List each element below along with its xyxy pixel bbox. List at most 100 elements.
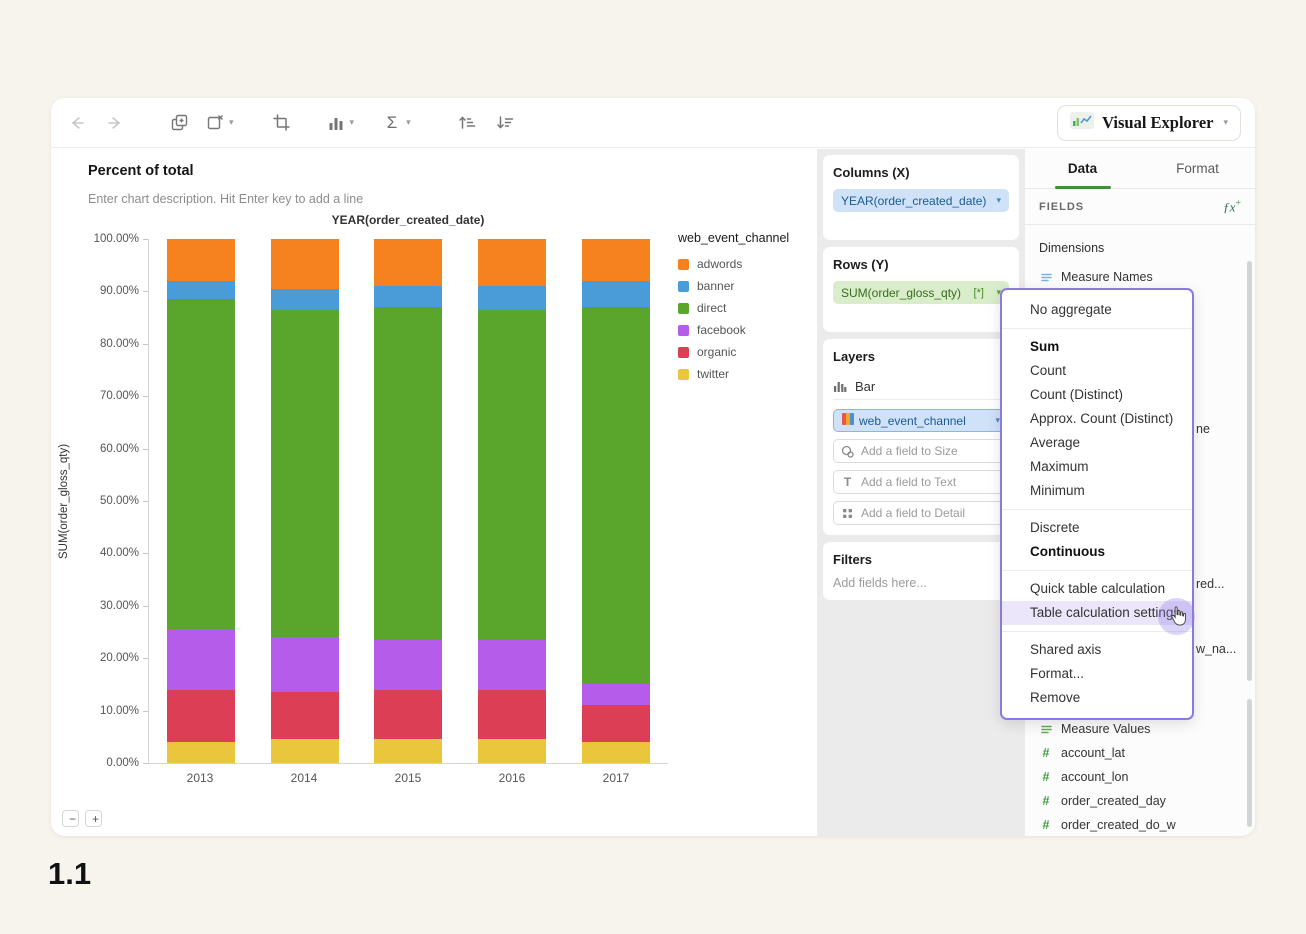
sort-ascending-icon[interactable]	[455, 111, 479, 135]
bar-segment-banner[interactable]	[166, 280, 235, 300]
field-item-measure-values[interactable]: Measure Values	[1039, 717, 1245, 741]
bar-segment-facebook[interactable]	[374, 639, 443, 690]
legend-item-banner[interactable]: banner	[678, 279, 813, 293]
menu-item-count[interactable]: Count	[1002, 359, 1192, 383]
legend-item-direct[interactable]: direct	[678, 301, 813, 315]
chart-type-caret-icon[interactable]: ▾	[350, 117, 355, 128]
bar-segment-facebook[interactable]	[582, 684, 651, 706]
menu-item-count-distinct[interactable]: Count (Distinct)	[1002, 383, 1192, 407]
nav-back-icon[interactable]	[65, 111, 89, 135]
bar-segment-banner[interactable]	[270, 288, 339, 310]
remove-viz-icon[interactable]	[203, 111, 227, 135]
bar-segment-adwords[interactable]	[270, 239, 339, 289]
bar-segment-organic[interactable]	[166, 689, 235, 743]
menu-item-discrete[interactable]: Discrete	[1002, 516, 1192, 540]
measures-scrollbar[interactable]	[1247, 699, 1252, 827]
bar-segment-banner[interactable]	[582, 280, 651, 308]
tab-format[interactable]: Format	[1140, 149, 1255, 188]
legend-item-facebook[interactable]: facebook	[678, 323, 813, 337]
mark-type-row[interactable]: Bar	[833, 373, 1009, 400]
bar-segment-banner[interactable]	[374, 286, 443, 308]
aggregate-sigma-icon[interactable]: Σ	[380, 111, 404, 135]
field-item-measure-names[interactable]: Measure Names	[1039, 265, 1241, 289]
bar-segment-facebook[interactable]	[270, 637, 339, 693]
menu-item-sum[interactable]: Sum	[1002, 335, 1192, 359]
bar-segment-direct[interactable]	[582, 307, 651, 685]
add-calculated-field-icon[interactable]: ƒx+	[1223, 198, 1241, 215]
swap-axes-icon[interactable]	[270, 111, 294, 135]
bar-segment-twitter[interactable]	[270, 739, 339, 763]
columns-pill[interactable]: YEAR(order_created_date) ▾	[833, 189, 1009, 212]
filters-shelf[interactable]: Filters Add fields here...	[823, 542, 1019, 600]
menu-item-format[interactable]: Format...	[1002, 662, 1192, 686]
bar-segment-organic[interactable]	[478, 689, 547, 740]
rows-pill[interactable]: SUM(order_gloss_qty) [*] ▾	[833, 281, 1009, 304]
bar-segment-adwords[interactable]	[166, 239, 235, 281]
field-item-order-created-do-w[interactable]: # order_created_do_w	[1039, 813, 1245, 837]
legend-item-organic[interactable]: organic	[678, 345, 813, 359]
detail-dropzone[interactable]: Add a field to Detail	[833, 501, 1009, 525]
menu-item-no-aggregate[interactable]: No aggregate	[1002, 298, 1192, 322]
bar-segment-facebook[interactable]	[166, 629, 235, 690]
chart-description-placeholder[interactable]: Enter chart description. Hit Enter key t…	[88, 192, 363, 206]
x-tick-label: 2015	[394, 771, 422, 785]
bar-segment-direct[interactable]	[270, 309, 339, 638]
layer-color-pill[interactable]: web_event_channel ▾	[833, 409, 1009, 432]
bar-segment-twitter[interactable]	[166, 742, 235, 763]
text-dropzone[interactable]: T Add a field to Text	[833, 470, 1009, 494]
chart-type-icon[interactable]	[324, 111, 348, 135]
field-item-account-lon[interactable]: # account_lon	[1039, 765, 1245, 789]
bar-segment-facebook[interactable]	[478, 639, 547, 690]
columns-shelf: Columns (X) YEAR(order_created_date) ▾	[823, 155, 1019, 240]
bar-segment-twitter[interactable]	[374, 739, 443, 763]
bar-segment-adwords[interactable]	[582, 239, 651, 281]
bar-segment-direct[interactable]	[478, 309, 547, 640]
bar-segment-adwords[interactable]	[374, 239, 443, 287]
workbook-switcher[interactable]: Visual Explorer ▾	[1057, 104, 1241, 141]
size-dropzone[interactable]: Add a field to Size	[833, 439, 1009, 463]
bar-segment-organic[interactable]	[582, 705, 651, 743]
menu-item-quick-table-calculation[interactable]: Quick table calculation	[1002, 577, 1192, 601]
field-peek: ne	[1196, 422, 1210, 436]
menu-divider	[1002, 328, 1192, 329]
sort-descending-icon[interactable]	[493, 111, 517, 135]
menu-item-continuous[interactable]: Continuous	[1002, 540, 1192, 564]
chart-title[interactable]: Percent of total	[88, 163, 194, 179]
bar-segment-twitter[interactable]	[478, 739, 547, 763]
duplicate-viz-icon[interactable]	[167, 111, 191, 135]
field-item-order-created-day[interactable]: # order_created_day	[1039, 789, 1245, 813]
menu-item-remove[interactable]: Remove	[1002, 686, 1192, 710]
bar-segment-organic[interactable]	[270, 692, 339, 740]
field-peek: w_na...	[1196, 642, 1237, 656]
rows-shelf: Rows (Y) SUM(order_gloss_qty) [*] ▾	[823, 247, 1019, 332]
columns-pill-caret-icon[interactable]: ▾	[996, 195, 1001, 206]
bar-segment-twitter[interactable]	[582, 742, 651, 763]
bar-segment-organic[interactable]	[374, 689, 443, 740]
menu-item-minimum[interactable]: Minimum	[1002, 479, 1192, 503]
tab-data[interactable]: Data	[1025, 149, 1140, 188]
bar-segment-direct[interactable]	[374, 307, 443, 640]
legend-item-adwords[interactable]: adwords	[678, 257, 813, 271]
menu-divider	[1002, 631, 1192, 632]
zoom-in-button[interactable]: +	[85, 810, 102, 827]
nav-forward-icon[interactable]	[103, 111, 127, 135]
fields-scrollbar[interactable]	[1247, 261, 1252, 681]
field-item-account-lat[interactable]: # account_lat	[1039, 741, 1245, 765]
legend-label: banner	[697, 279, 735, 293]
menu-item-average[interactable]: Average	[1002, 431, 1192, 455]
brand-name: Visual Explorer	[1102, 112, 1214, 132]
menu-item-approx-count-distinct[interactable]: Approx. Count (Distinct)	[1002, 407, 1192, 431]
aggregate-caret-icon[interactable]: ▾	[406, 117, 411, 128]
legend-item-twitter[interactable]: twitter	[678, 367, 813, 381]
y-tick-label: 10.00%	[99, 704, 149, 717]
remove-viz-caret-icon[interactable]: ▾	[229, 117, 234, 128]
menu-item-maximum[interactable]: Maximum	[1002, 455, 1192, 479]
bar-segment-adwords[interactable]	[478, 239, 547, 287]
brand-caret-icon[interactable]: ▾	[1223, 117, 1228, 128]
columns-shelf-title: Columns (X)	[833, 165, 910, 180]
zoom-out-button[interactable]: −	[62, 810, 79, 827]
menu-item-shared-axis[interactable]: Shared axis	[1002, 638, 1192, 662]
bar-segment-banner[interactable]	[478, 286, 547, 310]
detail-icon	[841, 507, 854, 520]
bar-segment-direct[interactable]	[166, 299, 235, 630]
